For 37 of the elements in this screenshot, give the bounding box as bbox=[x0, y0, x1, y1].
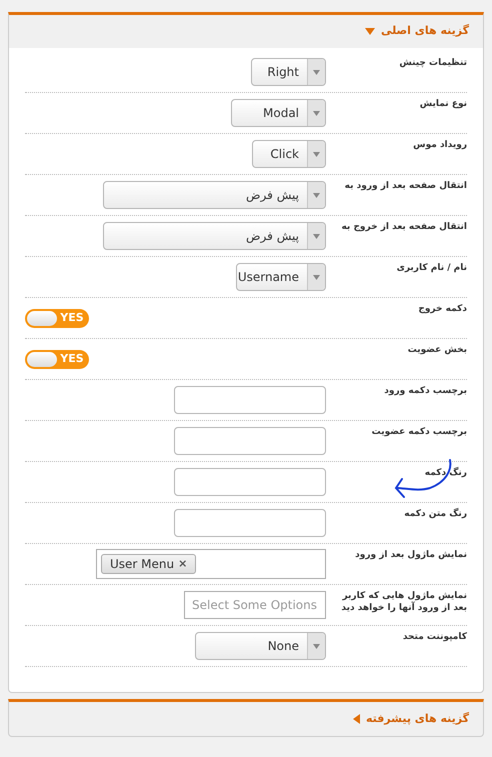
dropdown-value: Click bbox=[269, 146, 300, 163]
field-label: بخش عضویت bbox=[406, 344, 467, 356]
field-label: دکمه خروج bbox=[417, 303, 467, 315]
tag-text: User Menu bbox=[110, 556, 174, 573]
dropdown[interactable]: پیش فرض bbox=[103, 222, 326, 250]
field-label: رویداد موس bbox=[412, 139, 467, 151]
dropdown-value: None bbox=[266, 638, 300, 655]
dropdown-value: Modal bbox=[262, 105, 300, 122]
dropdown-value: Username bbox=[237, 269, 300, 286]
dropdown-value: پیش فرض bbox=[245, 228, 300, 245]
field-label: نمایش ماژول بعد از ورود bbox=[354, 549, 467, 561]
field-label: کامپوننت متحد bbox=[402, 631, 467, 643]
remove-tag-button[interactable]: × bbox=[178, 556, 188, 572]
section-title: گزینه های پیشرفته bbox=[366, 710, 469, 727]
dropdown[interactable]: Right bbox=[251, 58, 326, 86]
field-label: نمایش ماژول هایی که کاربر بعد از ورود آنها را خواهد دید bbox=[340, 590, 467, 614]
dropdown[interactable]: Username bbox=[236, 263, 326, 291]
dropdown-value: پیش فرض bbox=[245, 187, 300, 204]
field-label: نام / نام کاربری bbox=[396, 262, 467, 274]
dropdown[interactable]: None bbox=[195, 632, 326, 660]
dropdown-value: Right bbox=[266, 64, 300, 81]
tag-field[interactable]: User Menu × bbox=[96, 549, 326, 579]
dropdown[interactable]: Click bbox=[252, 140, 326, 168]
toggle-label: YES bbox=[59, 350, 85, 367]
dropdown[interactable]: Modal bbox=[231, 99, 326, 127]
toggle-label: YES bbox=[59, 310, 85, 326]
section-title: گزینه های اصلی bbox=[380, 23, 469, 40]
multiselect-field[interactable]: Select Some Options bbox=[184, 591, 326, 619]
field-label: تنظیمات چینش bbox=[398, 57, 467, 69]
field-label: برچسب دکمه ورود bbox=[383, 385, 467, 397]
field-label: برچسب دکمه عضویت bbox=[370, 426, 467, 438]
dropdown[interactable]: پیش فرض bbox=[103, 181, 326, 209]
field-label: رنگ متن دکمه bbox=[403, 508, 467, 520]
field-label: نوع نمایش bbox=[418, 98, 467, 110]
field-label: انتقال صفحه بعد از ورود به bbox=[344, 180, 467, 192]
field-label: انتقال صفحه بعد از خروج به bbox=[340, 221, 467, 233]
field-label: رنگ دکمه bbox=[424, 467, 467, 479]
